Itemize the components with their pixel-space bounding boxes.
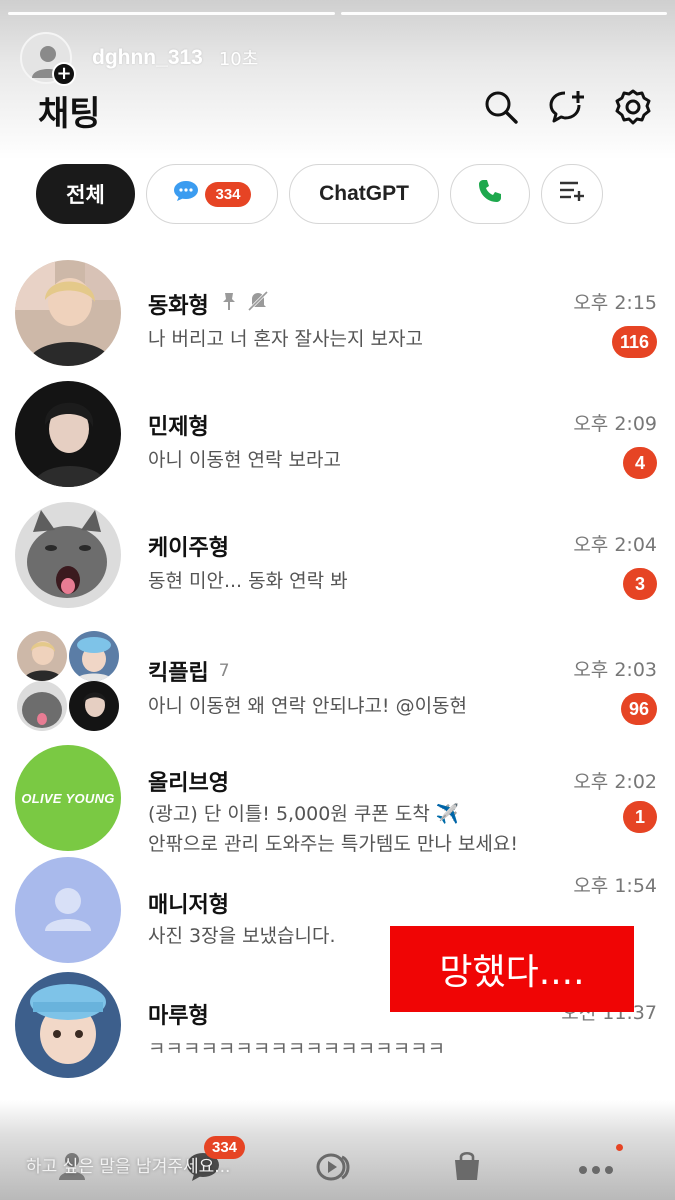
- more-icon[interactable]: [578, 1160, 614, 1179]
- chat-bubble-icon: [173, 180, 199, 208]
- pin-icon: [219, 291, 239, 317]
- chat-row[interactable]: 케이주형 동현 미안... 동화 연락 봐 오후 2:04 3: [0, 488, 675, 609]
- chat-name-text: 매니저형: [148, 893, 229, 918]
- chat-name: 올리브영: [148, 765, 229, 797]
- chat-name: 매니저형: [148, 887, 229, 919]
- filter-edit[interactable]: [541, 164, 603, 224]
- person-icon: [45, 888, 91, 931]
- new-chat-icon[interactable]: [548, 88, 586, 126]
- chat-time: 오후 2:09: [573, 413, 657, 435]
- filter-all-label: 전체: [66, 184, 105, 207]
- story-user[interactable]: + dghnn_313 10초: [20, 32, 259, 86]
- chat-name: 민제형: [148, 409, 209, 441]
- chat-name-text: 케이주형: [148, 536, 229, 561]
- story-progress-segment: [340, 12, 667, 15]
- phone-icon: [477, 178, 503, 210]
- chat-name-text: 올리브영: [148, 771, 229, 796]
- mute-icon: [247, 290, 269, 318]
- filter-calls[interactable]: [450, 164, 530, 224]
- unread-count-badge: 334: [205, 181, 251, 207]
- sticker-text: 망했다....: [390, 926, 634, 1012]
- chat-name: 마루형: [148, 998, 209, 1030]
- chat-name-text: 마루형: [148, 1004, 209, 1029]
- page-title: 채팅: [38, 94, 101, 134]
- chat-preview: 아니 이동현 왜 연락 안되냐고! @이동현: [148, 695, 468, 717]
- search-icon[interactable]: [482, 88, 520, 126]
- avatar: [15, 857, 121, 963]
- chat-row[interactable]: 킥플립 7 아니 이동현 왜 연락 안되냐고! @이동현 오후 2:03 96: [0, 609, 675, 733]
- chat-time: 오후 2:02: [573, 771, 657, 793]
- story-time: 10초: [218, 49, 259, 70]
- filter-chatgpt[interactable]: ChatGPT: [289, 164, 439, 224]
- group-avatar-member: [69, 681, 119, 731]
- unread-badge: 4: [623, 447, 657, 479]
- avatar: [15, 381, 121, 487]
- chat-name-text: 동화형: [148, 294, 209, 319]
- unread-badge: 1: [623, 801, 657, 833]
- chat-name-text: 민제형: [148, 415, 209, 440]
- chat-preview: 사진 3장을 보냈습니다.: [148, 925, 336, 947]
- chat-time: 오후 2:15: [573, 292, 657, 314]
- chat-name: 킥플립 7: [148, 655, 230, 687]
- filter-all[interactable]: 전체: [36, 164, 135, 224]
- shopping-icon[interactable]: [452, 1150, 482, 1186]
- openchat-icon[interactable]: [316, 1152, 354, 1186]
- story-reply-input[interactable]: 하고 싶은 말을 남겨주세요...: [26, 1152, 230, 1177]
- chat-name: 케이주형: [148, 530, 229, 562]
- avatar: [15, 260, 121, 366]
- chat-time: 오후 1:54: [573, 875, 657, 897]
- chat-name-text: 킥플립: [148, 661, 209, 686]
- chat-preview: 아니 이동현 연락 보라고: [148, 449, 341, 471]
- chat-preview: 동현 미안... 동화 연락 봐: [148, 570, 348, 592]
- filter-chatgpt-label: ChatGPT: [319, 182, 409, 205]
- group-avatar-member: [17, 681, 67, 731]
- chat-preview: 나 버리고 너 혼자 잘사는지 보자고: [148, 328, 423, 350]
- story-username[interactable]: dghnn_313: [92, 46, 203, 70]
- story-progress-segment: [8, 12, 335, 15]
- avatar: [15, 502, 121, 608]
- filter-chips: 전체 334 ChatGPT: [36, 164, 603, 224]
- edit-list-icon: [558, 179, 586, 209]
- chat-preview: (광고) 단 이틀! 5,000원 쿠폰 도착 ✈️: [148, 803, 460, 825]
- story-avatar[interactable]: +: [20, 32, 76, 86]
- unread-badge: 116: [611, 326, 657, 358]
- filter-unread[interactable]: 334: [146, 164, 278, 224]
- unread-badge: 3: [623, 568, 657, 600]
- member-count: 7: [218, 661, 230, 681]
- group-avatar-member: [69, 631, 119, 681]
- avatar: OLIVE YOUNG: [15, 745, 121, 851]
- chat-time: 오후 2:03: [573, 659, 657, 681]
- story-progress: [8, 12, 667, 15]
- new-dot: [616, 1144, 623, 1151]
- group-avatar-member: [17, 631, 67, 681]
- chat-preview: ㅋㅋㅋㅋㅋㅋㅋㅋㅋㅋㅋㅋㅋㅋㅋㅋㅋ: [148, 1038, 446, 1060]
- unread-badge: 96: [620, 693, 657, 725]
- chat-row[interactable]: 동화형 나 버리고 너 혼자 잘사는지 보자고 오후 2:15 116: [0, 246, 675, 367]
- chat-row[interactable]: 민제형 아니 이동현 연락 보라고 오후 2:09 4: [0, 367, 675, 488]
- avatar: [15, 972, 121, 1078]
- chat-name: 동화형: [148, 288, 269, 320]
- group-avatar: [15, 623, 121, 731]
- settings-icon[interactable]: [614, 88, 652, 126]
- olive-young-logo: OLIVE YOUNG: [21, 790, 115, 806]
- chat-time: 오후 2:04: [573, 534, 657, 556]
- chat-row[interactable]: OLIVE YOUNG 올리브영 (광고) 단 이틀! 5,000원 쿠폰 도착…: [0, 733, 675, 855]
- add-icon[interactable]: +: [52, 62, 76, 86]
